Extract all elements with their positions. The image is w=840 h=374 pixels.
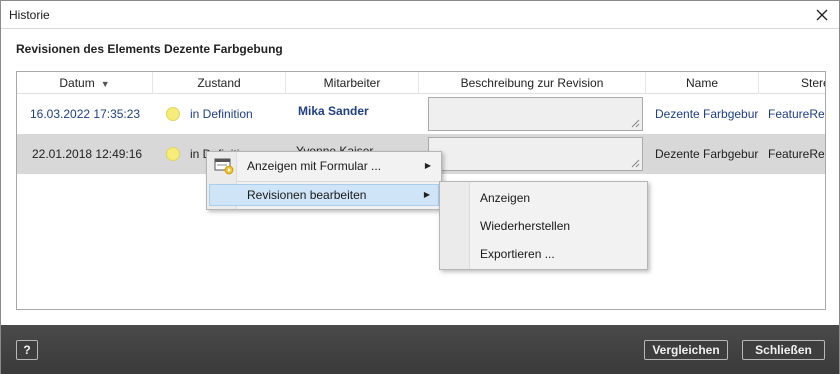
context-menu: Anzeigen mit Formular ... ▶ Revisionen b… <box>206 151 442 210</box>
dialog-title: Historie <box>9 8 50 22</box>
close-button[interactable]: Schließen <box>742 340 825 360</box>
submenu: Anzeigen Wiederherstellen Exportieren ..… <box>439 181 648 270</box>
menu-item-label: Exportieren ... <box>480 247 555 261</box>
cell-datum: 16.03.2022 17:35:23 <box>30 107 141 121</box>
column-header-datum[interactable]: Datum ▼ <box>17 72 153 94</box>
column-header-name[interactable]: Name <box>646 72 759 94</box>
column-label-datum: Datum <box>59 76 95 90</box>
menu-item-label: Anzeigen mit Formular ... <box>247 159 382 173</box>
description-field[interactable] <box>428 97 643 131</box>
table-header: Datum ▼ Zustand Mitarbeiter Beschreibung … <box>17 72 825 94</box>
dialog-footer: ? Vergleichen Schließen <box>1 325 839 374</box>
sort-down-icon: ▼ <box>100 79 110 89</box>
cell-stereotype: FeatureRe <box>768 147 825 161</box>
column-header-stereotype[interactable]: Stere <box>759 72 825 94</box>
cell-mitarbeiter[interactable]: Mika Sander <box>298 91 418 131</box>
menu-item-label: Revisionen bearbeiten <box>247 188 367 202</box>
compare-button[interactable]: Vergleichen <box>644 340 728 360</box>
cell-name: Dezente Farbgebur <box>655 147 759 161</box>
form-icon <box>213 157 235 175</box>
submenu-item-restore[interactable]: Wiederherstellen <box>442 215 645 237</box>
close-icon[interactable] <box>811 4 833 26</box>
resize-grip-icon <box>631 159 640 168</box>
description-field[interactable] <box>428 137 643 171</box>
status-dot-icon <box>166 107 180 121</box>
cell-name: Dezente Farbgebur <box>655 107 759 121</box>
menu-item-label: Wiederherstellen <box>480 219 571 233</box>
menu-item-label: Anzeigen <box>480 191 531 205</box>
resize-grip-icon <box>631 119 640 128</box>
cell-zustand: in Definition <box>190 107 253 121</box>
menu-item-edit-revisions[interactable]: Revisionen bearbeiten ▶ <box>209 184 439 206</box>
submenu-item-export[interactable]: Exportieren ... <box>442 243 645 265</box>
status-dot-icon <box>166 147 180 161</box>
title-bar: Historie <box>1 1 839 29</box>
column-header-zustand[interactable]: Zustand <box>153 72 286 94</box>
menu-separator <box>237 181 439 182</box>
revisions-heading: Revisionen des Elements Dezente Farbgebu… <box>16 42 283 56</box>
menu-item-show-with-form[interactable]: Anzeigen mit Formular ... ▶ <box>209 155 439 177</box>
help-button[interactable]: ? <box>16 340 38 360</box>
cell-stereotype: FeatureRe <box>768 107 825 121</box>
column-header-beschreibung[interactable]: Beschreibung zur Revision <box>419 72 646 94</box>
cell-datum: 22.01.2018 12:49:16 <box>32 147 143 161</box>
submenu-arrow-icon: ▶ <box>424 161 431 170</box>
submenu-item-show[interactable]: Anzeigen <box>442 187 645 209</box>
table-row[interactable]: 16.03.2022 17:35:23 in Definition Mika S… <box>17 94 825 134</box>
submenu-arrow-icon: ▶ <box>423 190 430 199</box>
